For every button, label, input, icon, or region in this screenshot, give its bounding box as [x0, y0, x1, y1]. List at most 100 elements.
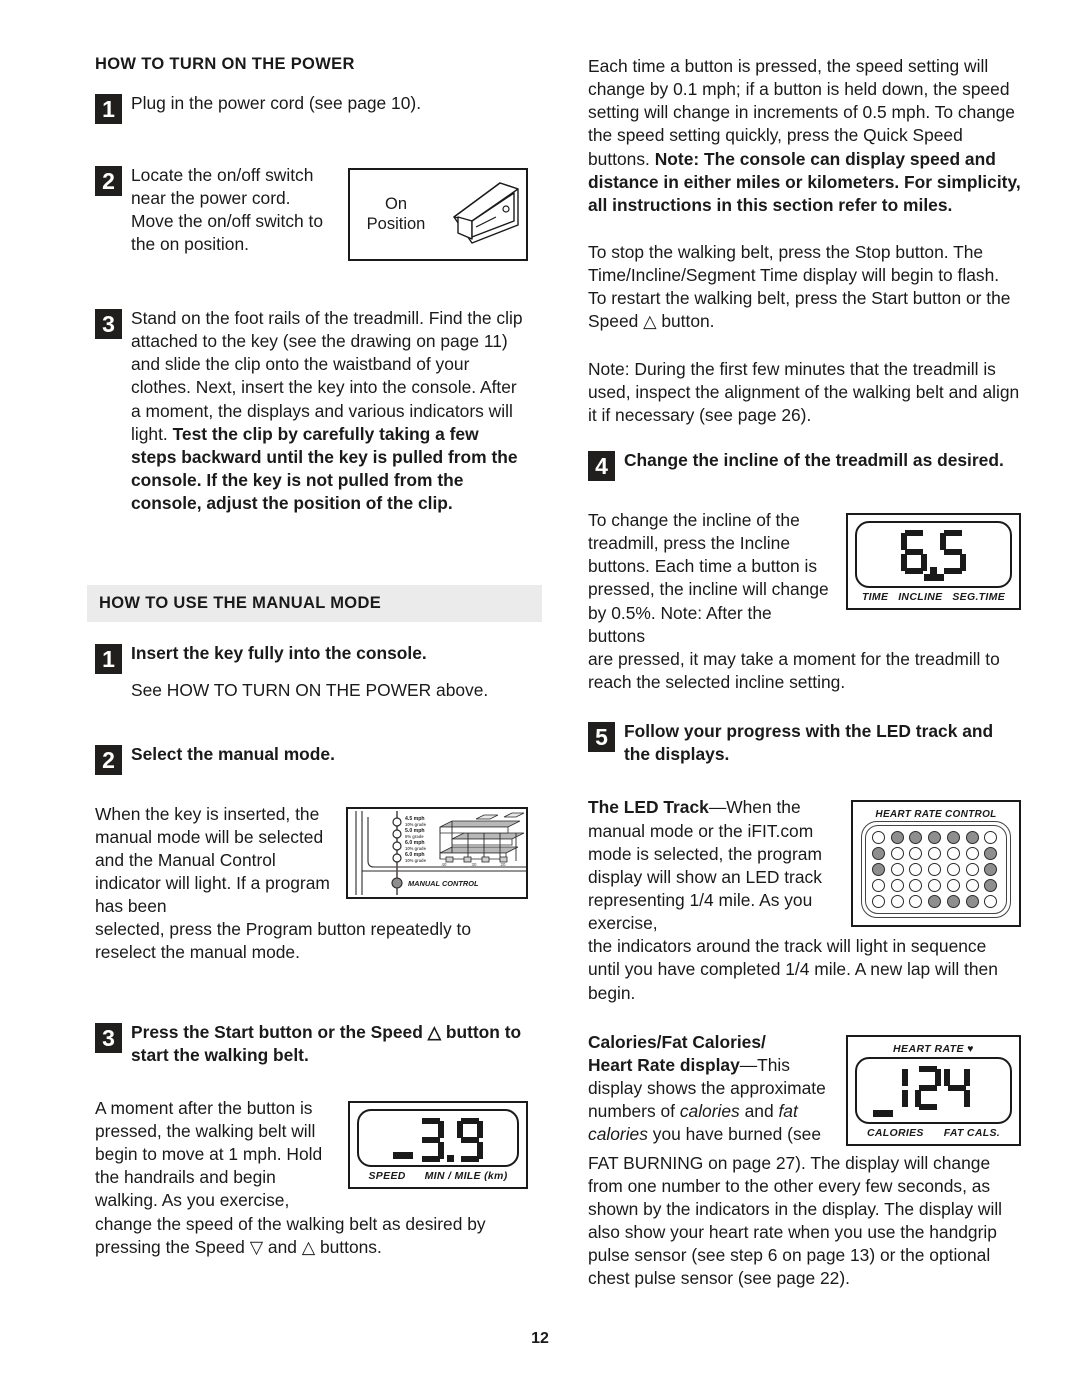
calories-bold-lead-2: Heart Rate display — [588, 1054, 740, 1075]
step-text: Select the manual mode. — [131, 743, 528, 766]
led-track-after-text: the indicators around the track will lig… — [588, 936, 998, 1003]
led-indicator — [890, 895, 904, 909]
svg-text:10% grade: 10% grade — [405, 846, 427, 851]
rocker-switch-icon — [438, 173, 526, 256]
led-track-title: HEART RATE CONTROL — [875, 809, 997, 821]
step-text: Insert the key fully into the console. S… — [131, 642, 528, 702]
program-chart-icon: 4.5 mph 10% grade 5.0 mph 5% grade 6.0 m… — [348, 808, 526, 897]
led-indicator — [890, 831, 904, 845]
heartrate-lcd-inner — [855, 1056, 1012, 1124]
led-indicator — [965, 863, 979, 877]
step-progress-5: 5 Follow your progress with the LED trac… — [588, 720, 1021, 766]
led-indicator — [872, 863, 885, 877]
figure-switch-caption-line1: On — [384, 194, 407, 213]
calories-text-2: and — [739, 1101, 779, 1122]
step-number-badge: 1 — [95, 94, 122, 124]
manual-step-2-after-text: selected, press the Program button repea… — [95, 919, 472, 963]
figure-led-track: HEART RATE CONTROL — [851, 800, 1021, 928]
seg-digit-9 — [457, 1117, 483, 1162]
led-indicator — [872, 895, 885, 909]
speed-underline-indicator — [393, 1151, 413, 1159]
min-mile-label: MIN / MILE (km) — [424, 1169, 508, 1182]
right-column: Each time a button is pressed, the speed… — [588, 55, 1021, 1290]
step-number-badge: 2 — [95, 166, 122, 196]
led-indicator — [890, 863, 904, 877]
calories-body: HEART RATE ♥ CALORIES FAT CALS. Calories… — [588, 1031, 1021, 1291]
decimal-point — [930, 566, 937, 574]
step-text: Stand on the foot rails of the treadmill… — [131, 307, 528, 515]
paragraph-stop-belt: To stop the walking belt, press the Stop… — [588, 241, 1011, 332]
led-indicator — [928, 895, 942, 909]
led-indicator — [946, 831, 960, 845]
heartrate-lcd-labels: CALORIES FAT CALS. — [855, 1127, 1012, 1139]
svg-text:20: 20 — [501, 862, 506, 867]
led-grid — [872, 831, 1000, 909]
led-indicator — [872, 847, 885, 861]
decimal-point — [447, 1154, 454, 1162]
seg-digit-5 — [940, 529, 966, 574]
calories-bold-lead-1: Calories/Fat Calories/ — [588, 1031, 766, 1052]
calories-text-3: you have burned (see — [647, 1124, 821, 1145]
figure-speed-display: SPEED MIN / MILE (km) — [348, 1100, 528, 1189]
step-number-badge: 5 — [588, 722, 615, 753]
heartrate-title-text: HEART RATE — [893, 1042, 964, 1055]
speed-label: SPEED — [368, 1169, 406, 1182]
speed-lcd-labels: SPEED MIN / MILE (km) — [357, 1170, 519, 1182]
led-indicator — [965, 895, 979, 909]
svg-text:5% grade: 5% grade — [405, 834, 424, 839]
seg-digit-2 — [914, 1065, 941, 1110]
step-text: Locate the on/off switch near the power … — [131, 165, 324, 255]
step-text: Change the incline of the treadmill as d… — [624, 449, 1021, 472]
speed-lcd-digits — [363, 1116, 513, 1162]
step-bold-lead: Insert the key fully into the console. — [131, 643, 427, 664]
figure-incline-display: TIME INCLINE SEG.TIME — [846, 512, 1021, 610]
seg-digit-3 — [418, 1117, 444, 1162]
section-heading-power: HOW TO TURN ON THE POWER — [95, 55, 355, 73]
led-indicator — [946, 895, 960, 909]
led-indicator — [890, 847, 904, 861]
incline-lcd-inner — [855, 520, 1012, 588]
led-indicator — [909, 879, 923, 893]
manual-step-3-after-text: change the speed of the walking belt as … — [95, 1213, 486, 1257]
paragraph-speed-buttons: Each time a button is pressed, the speed… — [588, 55, 1021, 217]
led-indicator — [909, 895, 923, 909]
step-bold-lead: Press the Start button or the Speed △ bu… — [131, 1021, 522, 1065]
calories-underline-indicator — [873, 1109, 893, 1117]
manual-step-2-body: 4.5 mph 10% grade 5.0 mph 5% grade 6.0 m… — [95, 803, 528, 965]
calories-italic-1: calories — [679, 1101, 740, 1122]
speed-lcd-inner — [357, 1108, 519, 1167]
led-frame-inner — [865, 825, 1007, 915]
step-number-badge: 3 — [95, 1022, 122, 1053]
led-indicator — [928, 879, 942, 893]
svg-text:40: 40 — [442, 862, 447, 867]
seg-digit-1 — [898, 1066, 912, 1110]
step-incline-4: 4 Change the incline of the treadmill as… — [588, 449, 1021, 481]
calories-dash: — — [739, 1054, 758, 1075]
time-label: TIME — [861, 590, 889, 603]
svg-text:10% grade: 10% grade — [405, 822, 427, 827]
led-indicator — [984, 879, 998, 893]
step-bold-lead: Select the manual mode. — [131, 743, 335, 764]
led-indicator — [965, 847, 979, 861]
section-heading-manual-mode: HOW TO USE THE MANUAL MODE — [87, 585, 542, 623]
led-indicator — [909, 847, 923, 861]
step-text: Press the Start button or the Speed △ bu… — [131, 1021, 528, 1067]
step-text: Follow your progress with the LED track … — [624, 720, 1021, 766]
led-indicator — [890, 879, 904, 893]
manual-step-3-body: SPEED MIN / MILE (km) A moment after the… — [95, 1097, 528, 1259]
led-indicator — [928, 831, 942, 845]
heart-icon: ♥ — [967, 1042, 974, 1055]
incline-label: INCLINE — [898, 590, 943, 603]
svg-text:30: 30 — [472, 862, 477, 867]
incline-lcd-digits — [861, 528, 1006, 574]
svg-text:10% grade: 10% grade — [405, 858, 427, 863]
led-indicator — [965, 879, 979, 893]
fat-cals-label: FAT CALS. — [943, 1126, 1001, 1139]
step-number-badge: 1 — [95, 644, 122, 675]
step-number-badge: 4 — [588, 450, 615, 481]
